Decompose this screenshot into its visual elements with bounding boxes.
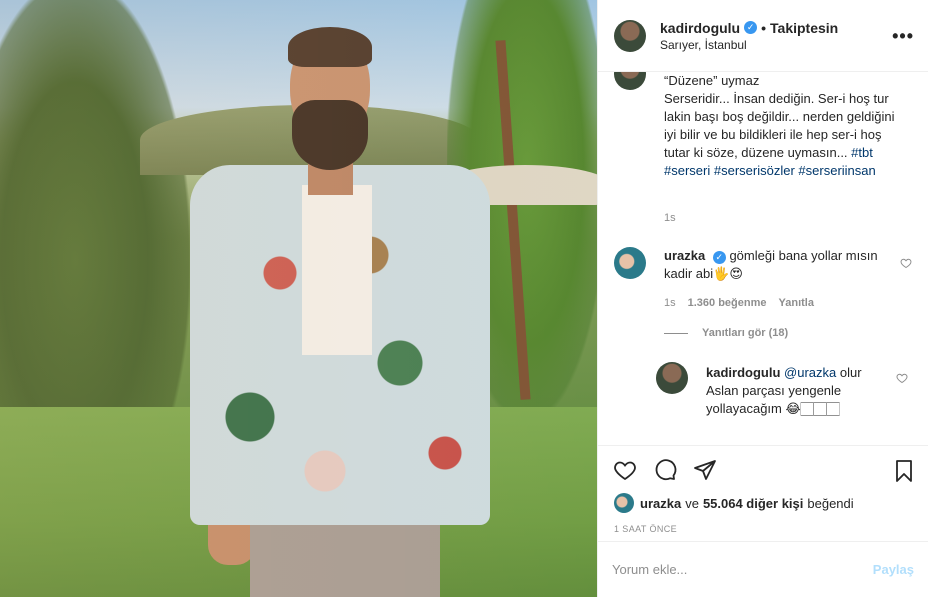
header-separator: • xyxy=(761,19,767,36)
liker-username[interactable]: urazka xyxy=(640,496,681,511)
commenter-username[interactable]: urazka xyxy=(664,248,705,263)
comment-likes[interactable]: 1.360 beğenme xyxy=(688,297,767,309)
view-replies-button[interactable]: Yanıtları gör (18) xyxy=(664,327,788,339)
commenter-avatar[interactable] xyxy=(614,247,646,279)
author-meta: kadirdogulu ✓ • Takiptesin Sarıyer, İsta… xyxy=(660,20,838,52)
likes-connector: ve xyxy=(685,495,699,511)
caption-avatar[interactable] xyxy=(614,72,646,90)
photo-filter xyxy=(0,0,597,597)
comment-input[interactable]: Yorum ekle... xyxy=(612,562,873,577)
caption-quote: “Düzene” uymaz xyxy=(664,73,760,88)
hashtag-link[interactable]: #tbt xyxy=(851,145,873,160)
comment-heart-icon[interactable] xyxy=(900,257,912,269)
add-comment-bar: Yorum ekle... Paylaş xyxy=(598,541,928,597)
caption-time[interactable]: 1s xyxy=(664,212,676,224)
post-location[interactable]: Sarıyer, İstanbul xyxy=(660,38,838,52)
liker-avatar[interactable] xyxy=(614,493,634,513)
reply-heart-icon[interactable] xyxy=(896,372,908,384)
author-avatar[interactable] xyxy=(614,19,646,52)
post-photo[interactable] xyxy=(0,0,597,597)
post-caption: “Düzene” uymaz Serseridir... İnsan dediğ… xyxy=(664,72,904,180)
reply-avatar[interactable] xyxy=(656,362,688,394)
comment-time[interactable]: 1s xyxy=(664,297,676,309)
reply-username[interactable]: kadirdogulu xyxy=(706,365,780,380)
bookmark-icon[interactable] xyxy=(892,458,916,484)
verified-badge-icon: ✓ xyxy=(712,251,726,264)
post-actions xyxy=(598,445,928,489)
likes-others[interactable]: 55.064 diğer kişi xyxy=(703,496,803,511)
more-icon[interactable]: ••• xyxy=(892,26,914,47)
comment-icon[interactable] xyxy=(652,458,678,482)
post-timestamp[interactable]: 1 SAAT ÖNCE xyxy=(598,517,928,541)
post-header: kadirdogulu ✓ • Takiptesin Sarıyer, İsta… xyxy=(598,0,928,72)
hashtag-link[interactable]: #serserisözler xyxy=(714,163,795,178)
comments-area[interactable]: “Düzene” uymaz Serseridir... İnsan dediğ… xyxy=(598,72,928,445)
verified-badge-icon: ✓ xyxy=(744,21,758,34)
follow-status[interactable]: Takiptesin xyxy=(770,20,838,36)
hashtag-link[interactable]: #serseriinsan xyxy=(798,163,875,178)
share-icon[interactable] xyxy=(692,458,718,482)
heart-icon[interactable] xyxy=(612,458,638,482)
post-sidebar: kadirdogulu ✓ • Takiptesin Sarıyer, İsta… xyxy=(597,0,928,597)
reply-mention[interactable]: @urazka xyxy=(784,365,836,380)
view-replies-label[interactable]: Yanıtları gör (18) xyxy=(702,327,788,339)
comment-footer: 1s 1.360 beğenme Yanıtla xyxy=(664,297,904,309)
replies-divider xyxy=(664,332,688,334)
author-line: kadirdogulu ✓ • Takiptesin xyxy=(660,20,838,36)
reply-body: kadirdogulu @urazka olur Aslan parçası y… xyxy=(706,364,886,418)
comment-body: urazka ✓ gömleği bana yollar mısın kadir… xyxy=(664,247,884,283)
likes-suffix: beğendi xyxy=(807,495,854,511)
likes-summary: urazka ve 55.064 diğer kişi beğendi xyxy=(598,489,928,517)
hashtag-link[interactable]: #serseri xyxy=(664,163,710,178)
instagram-post-modal: kadirdogulu ✓ • Takiptesin Sarıyer, İsta… xyxy=(0,0,928,597)
post-comment-button[interactable]: Paylaş xyxy=(873,562,914,577)
reply-button[interactable]: Yanıtla xyxy=(779,297,814,309)
author-username[interactable]: kadirdogulu xyxy=(660,20,740,36)
